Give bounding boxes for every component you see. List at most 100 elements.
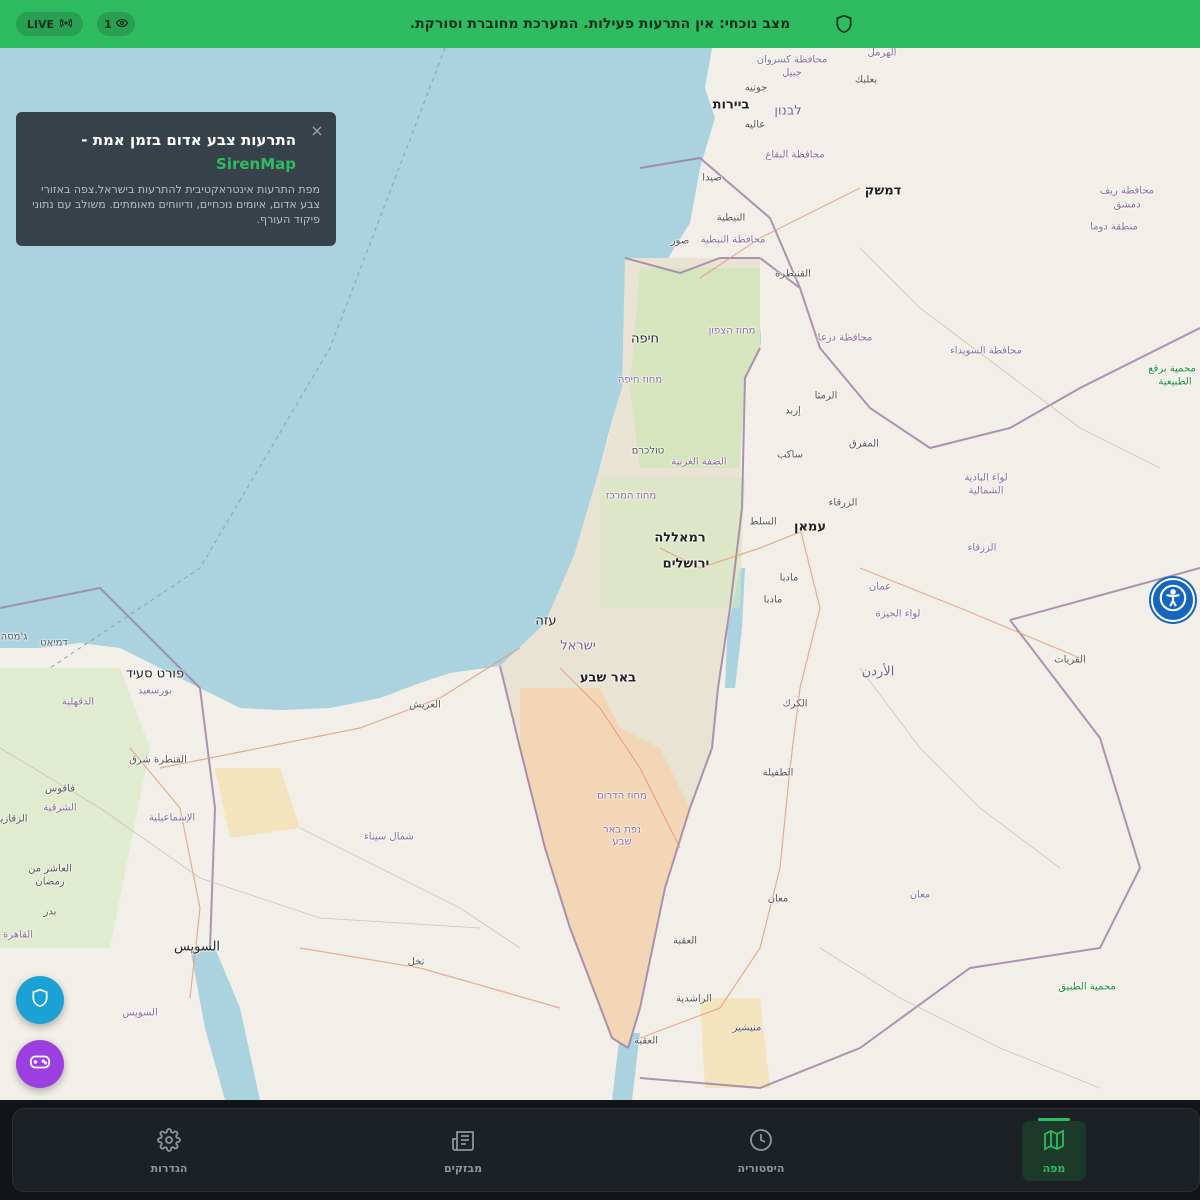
map-label: الأردن [861,664,895,680]
map-label: منيشير [732,1022,762,1034]
map-label: الدقهلية [61,696,95,708]
map-label: ساكب [776,449,804,461]
info-popup: × התרעות צבע אדום בזמן אמת - SirenMap מפ… [16,112,336,246]
map-label: العقبة [672,935,698,947]
status-bar: LIVE 1 מצב נוכחי: אין התרעות פעילות. המע… [0,0,1200,48]
map-label: القنطرة شرق [129,754,187,766]
info-brand: SirenMap [216,155,296,173]
eye-icon [115,17,129,32]
map-label: באר שבע [579,670,637,686]
broadcast-icon [59,17,73,32]
map-label: الراشدية [676,993,712,1005]
map-label: محافظة درعا [817,332,873,344]
map-label: صور [670,235,690,247]
map-label: المفرق [849,438,879,450]
map-label: شمال سيناء [364,831,414,843]
shield-icon [30,988,50,1012]
map-label: مادبا [779,572,799,584]
viewers-count: 1 [104,17,112,31]
map-label: الزرقاء [967,542,997,554]
nav-label-history: היסטוריה [737,1161,785,1175]
map-label: الرمثا [814,390,838,402]
nav-item-history[interactable]: היסטוריה [729,1121,793,1181]
nav-item-settings[interactable]: הגדרות [137,1121,201,1181]
map-label: جونيه [744,82,768,94]
map-label: النبطية [716,212,746,224]
map-label: الزقازيق [0,813,28,825]
map-label: מחוז המרכז [605,490,657,502]
map-label: נפת באר [602,824,642,836]
map-label: العاشر من [28,863,72,875]
map-label: جبيل [782,67,802,79]
status-message: מצב נוכחי: אין התרעות פעילות. המערכת מחו… [409,16,791,32]
map-label: الكرك [782,698,808,710]
map-label: القريات [1054,654,1086,666]
map-label: مادبا [763,594,783,606]
map-label: محافظة البقاع [765,149,825,161]
map-label: رمضان [35,876,65,888]
accessibility-button[interactable] [1151,578,1195,622]
map-label: לבנון [774,103,802,119]
map-label: القنيطرة [775,268,811,280]
nav-item-map[interactable]: מפה [1022,1118,1086,1181]
map-label: محمية الطبيق [1058,981,1116,993]
map-label: دمشق [1113,199,1141,211]
map-label: פורט סעיד [125,666,185,682]
map-label: لواء البادية [964,472,1008,484]
map-label: טולכרם [631,445,665,457]
map-label: السلط [749,516,777,528]
map-label: بعلبك [854,74,878,86]
info-description: מפת התרעות אינטראקטיבית להתרעות בישראל.צ… [32,183,320,226]
map-label: نخل [407,956,425,968]
map-label: الهرمل [867,48,897,59]
map-label: ישראל [560,638,596,654]
map-label: محافظة النبطية [700,234,766,246]
newspaper-icon [451,1128,475,1156]
shield-button[interactable] [16,976,64,1024]
map-label: עמאן [794,519,826,535]
map-label: منطقة دوما [1090,221,1138,233]
info-title: התרעות צבע אדום בזמן אמת - [81,131,296,149]
close-icon[interactable]: × [310,123,324,139]
bottom-navigation: מפה היסטוריה מבזקים הגדרות [12,1108,1200,1192]
map-label: דמיאט [40,637,68,649]
shield-icon [834,14,854,34]
map-label: محمية برقع [1148,363,1196,375]
map-label: الطفيلة [762,767,794,779]
map-label: السويس [122,1007,158,1019]
live-indicator: LIVE [16,12,83,36]
map-label: דמשק [864,183,902,199]
map-label: فاقوس [45,783,75,795]
map-label: بدر [43,906,57,918]
map-label: الإسماعيلية [148,812,196,824]
map-label: القاهرة [3,929,33,941]
map-label: العقبة [633,1035,659,1047]
map-label: الزرقاء [828,497,858,509]
gear-icon [157,1127,181,1156]
map-label: لواء الجيزة [875,608,921,620]
map-label: الشمالية [968,485,1004,497]
map-label: ירושלים [662,556,710,572]
map-label: صيدا [702,172,722,184]
map-label: מחוז חיפה [617,374,663,386]
nav-item-news[interactable]: מבזקים [431,1121,495,1181]
map-label: بورسعيد [137,685,173,697]
map-label: السويس [173,939,221,955]
game-button[interactable] [16,1040,64,1088]
map-label: محافظة كسروان [756,54,828,66]
map-label: רמאללה [654,530,706,546]
map-label: عمان [868,581,892,593]
nav-label-news: מבזקים [443,1161,483,1175]
gamepad-icon [29,1051,51,1077]
map-label: العريش [409,699,441,711]
map-label: מחוז הדרום [597,790,647,802]
map-label: محافظة ريف [1099,185,1155,197]
map-label: إربد [785,405,801,417]
accessibility-icon [1159,584,1187,616]
map-icon [1042,1128,1066,1156]
map-label: מחוז הצפון [708,325,756,337]
nav-label-settings: הגדרות [150,1161,188,1175]
map-label: ביירות [712,97,750,113]
map-label: الشرقية [43,802,77,814]
map-label: שבע [612,836,632,848]
